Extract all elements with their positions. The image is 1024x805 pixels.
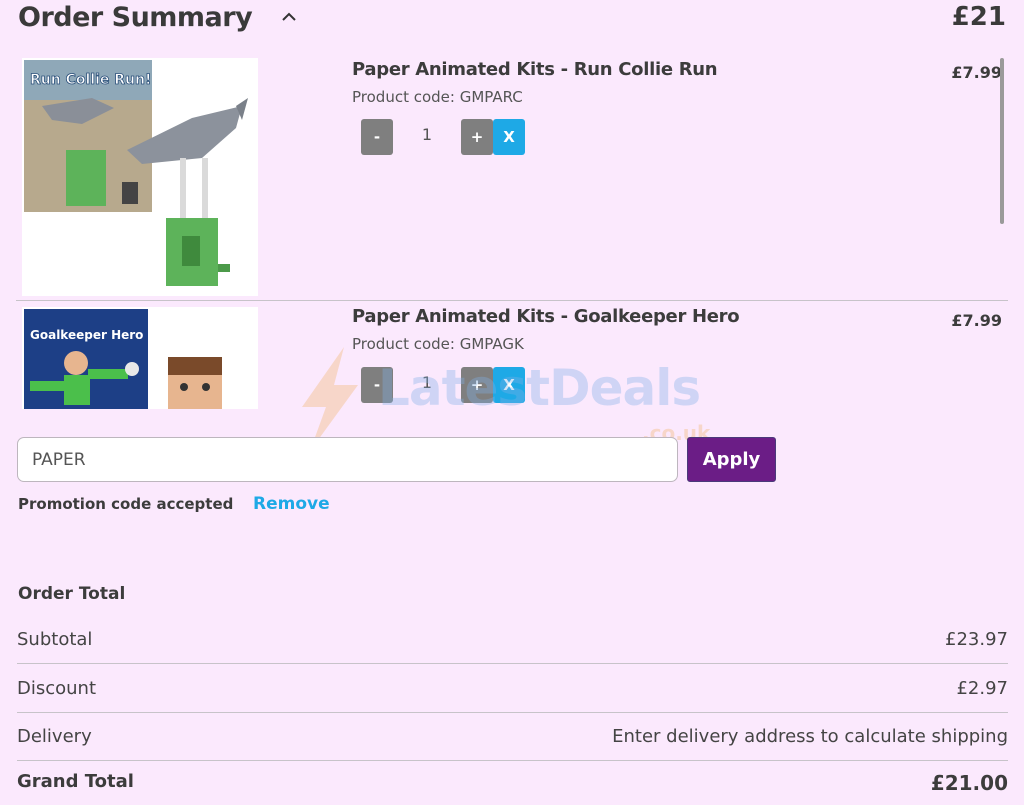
order-summary-title: Order Summary bbox=[18, 2, 253, 33]
cart-item: Goalkeeper Hero Paper Animated Kits - Go… bbox=[16, 300, 1008, 409]
product-image: Run Collie Run! bbox=[22, 58, 258, 296]
quantity-value: 1 bbox=[421, 373, 433, 392]
box-title: Run Collie Run! bbox=[30, 72, 151, 88]
quantity-value: 1 bbox=[421, 125, 433, 144]
remove-promo-link[interactable]: Remove bbox=[253, 494, 330, 514]
item-price: £7.99 bbox=[951, 311, 1002, 330]
subtotal-value: £23.97 bbox=[945, 629, 1008, 650]
cart-items-list[interactable]: Run Collie Run! Paper Animated Kits - Ru… bbox=[16, 52, 1008, 409]
delivery-value: Enter delivery address to calculate ship… bbox=[612, 726, 1008, 747]
remove-item-button[interactable]: X bbox=[493, 119, 525, 155]
promo-code-input[interactable] bbox=[17, 437, 678, 482]
grand-total-value: £21.00 bbox=[930, 771, 1008, 795]
product-image: Goalkeeper Hero bbox=[22, 307, 258, 409]
order-total-heading: Order Total bbox=[18, 584, 126, 604]
decrease-quantity-button[interactable]: - bbox=[361, 119, 393, 155]
decrease-quantity-button[interactable]: - bbox=[361, 367, 393, 403]
item-name[interactable]: Paper Animated Kits - Run Collie Run bbox=[352, 59, 718, 80]
promo-status: Promotion code accepted bbox=[18, 495, 234, 513]
grand-total-row: Grand Total £21.00 bbox=[17, 761, 1008, 805]
item-code: Product code: GMPAGK bbox=[352, 335, 524, 353]
delivery-label: Delivery bbox=[17, 726, 92, 747]
item-price: £7.99 bbox=[951, 63, 1002, 82]
item-code: Product code: GMPARC bbox=[352, 88, 523, 106]
quantity-stepper: - 1 + X bbox=[361, 367, 541, 405]
subtotal-label: Subtotal bbox=[17, 629, 93, 650]
remove-item-button[interactable]: X bbox=[493, 367, 525, 403]
increase-quantity-button[interactable]: + bbox=[461, 367, 493, 403]
quantity-stepper: - 1 + X bbox=[361, 119, 541, 157]
product-illustration-goalkeeper: Goalkeeper Hero bbox=[22, 307, 258, 409]
order-summary-page: Order Summary £21 Run Collie Run! Paper … bbox=[0, 0, 1024, 805]
increase-quantity-button[interactable]: + bbox=[461, 119, 493, 155]
cart-item: Run Collie Run! Paper Animated Kits - Ru… bbox=[16, 52, 1008, 300]
apply-promo-button[interactable]: Apply bbox=[687, 437, 776, 482]
product-illustration-collie: Run Collie Run! bbox=[22, 58, 258, 296]
discount-label: Discount bbox=[17, 678, 97, 699]
items-scrollbar[interactable] bbox=[1000, 58, 1004, 224]
header-total: £21 bbox=[951, 2, 1006, 32]
discount-value: £2.97 bbox=[956, 678, 1008, 699]
subtotal-row: Subtotal £23.97 bbox=[17, 616, 1008, 664]
chevron-up-icon[interactable] bbox=[280, 8, 298, 26]
box-title: Goalkeeper Hero bbox=[30, 328, 143, 342]
delivery-row: Delivery Enter delivery address to calcu… bbox=[17, 713, 1008, 761]
order-summary-header[interactable]: Order Summary £21 bbox=[18, 0, 1008, 40]
discount-row: Discount £2.97 bbox=[17, 665, 1008, 713]
item-name[interactable]: Paper Animated Kits - Goalkeeper Hero bbox=[352, 306, 740, 327]
grand-total-label: Grand Total bbox=[17, 771, 134, 792]
